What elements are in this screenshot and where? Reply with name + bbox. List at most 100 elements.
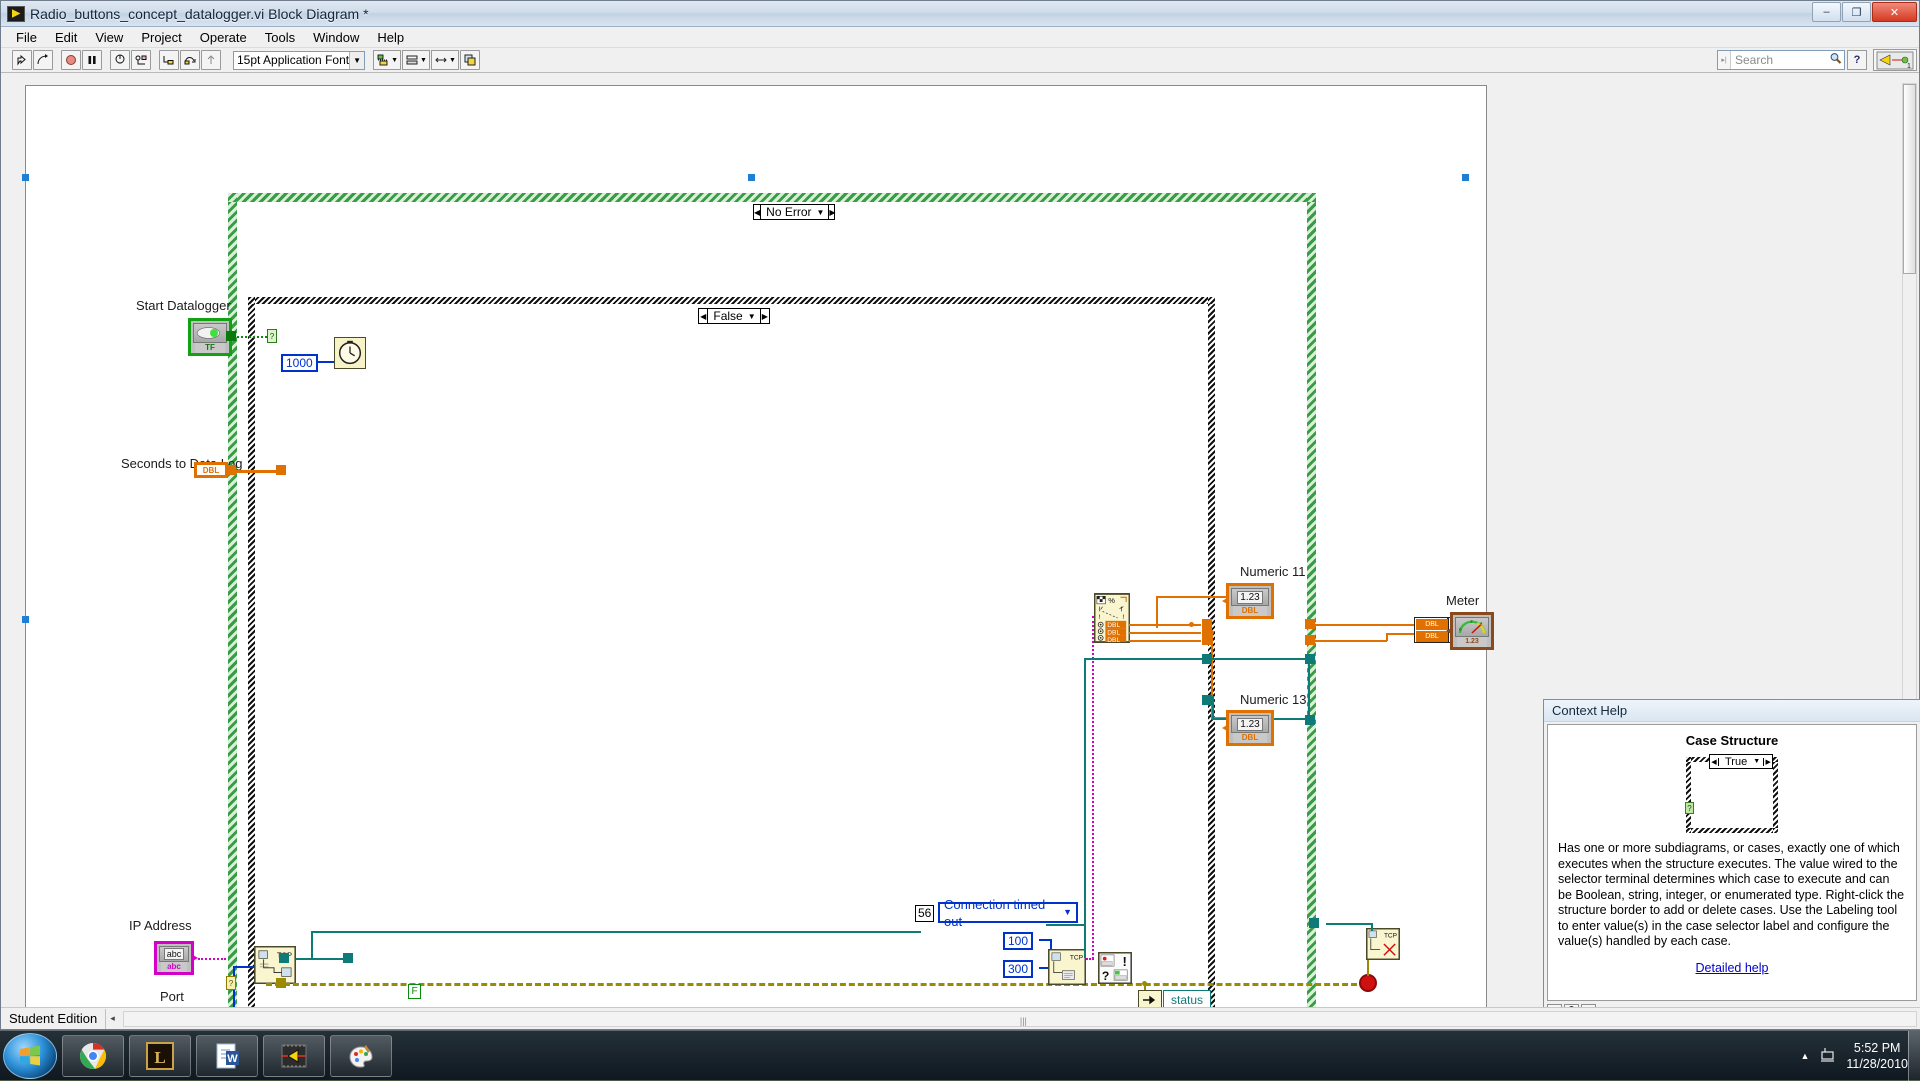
run-button[interactable] [12, 50, 32, 70]
case-tunnel-error[interactable] [276, 978, 286, 988]
show-hidden-icons-button[interactable]: ▲ [1800, 1051, 1809, 1061]
magnifier-icon[interactable] [1826, 52, 1844, 68]
loop-tunnel-close[interactable] [1309, 918, 1319, 928]
error-code-constant[interactable]: 56 [915, 905, 934, 922]
clock[interactable]: 5:52 PM 11/28/2010 [1846, 1040, 1908, 1072]
seconds-to-data-log-terminal[interactable]: DBL [194, 462, 228, 478]
chevron-down-icon[interactable]: ▼ [420, 57, 427, 64]
menu-item-tools[interactable]: Tools [256, 28, 304, 47]
menu-item-operate[interactable]: Operate [191, 28, 256, 47]
case-next-arrow[interactable]: ▶ [760, 309, 769, 323]
tcp-bytes-constant[interactable]: 300 [1003, 960, 1033, 978]
step-over-button[interactable] [180, 50, 200, 70]
wire-refnum-right[interactable] [1212, 658, 1308, 660]
numeric-11-terminal[interactable]: 1.23 DBL [1226, 583, 1274, 619]
show-desktop-button[interactable] [1908, 1031, 1920, 1081]
block-diagram-canvas[interactable]: ◀ No Error ▼ ▶ ◀ False ▼ ▶ Start Datalog… [25, 85, 1487, 1029]
chevron-down-icon[interactable]: ▼ [817, 208, 829, 217]
chevron-down-icon[interactable]: ▼ [349, 52, 364, 69]
loop-tunnel-refnum[interactable] [279, 953, 289, 963]
case-tunnel-refnum[interactable] [343, 953, 353, 963]
wire-error-cluster[interactable] [266, 983, 1366, 986]
wait-until-next-ms-node[interactable] [334, 337, 366, 369]
close-button[interactable]: ✕ [1872, 2, 1917, 22]
maximize-button[interactable]: ❐ [1842, 2, 1871, 22]
wire-numeric11-in[interactable] [1156, 596, 1226, 598]
minimize-button[interactable]: – [1812, 2, 1841, 22]
wire-tcp-refnum-b[interactable] [311, 931, 313, 959]
menu-item-edit[interactable]: Edit [46, 28, 86, 47]
wire-scan-out-2[interactable] [1129, 632, 1201, 634]
tcp-close-connection-node[interactable]: TCP [1366, 928, 1400, 960]
chevron-down-icon[interactable]: ▼ [449, 57, 456, 64]
step-into-button[interactable] [159, 50, 179, 70]
error-tunnel-marker[interactable]: ? [226, 976, 236, 990]
wire-stop[interactable] [1367, 960, 1369, 976]
run-continuously-button[interactable] [33, 50, 53, 70]
wire-tcp-refnum-a[interactable] [296, 958, 348, 960]
menu-item-project[interactable]: Project [132, 28, 190, 47]
wire-refnum-right-v[interactable] [1308, 658, 1310, 720]
inner-case-selector[interactable]: ◀ False ▼ ▶ [698, 308, 770, 324]
wire-read-string-h[interactable] [1086, 958, 1094, 960]
numeric-13-terminal[interactable]: 1.23 DBL [1226, 710, 1274, 746]
wire-seconds-dbl[interactable] [234, 470, 280, 473]
chevron-down-icon[interactable]: ▼ [1063, 904, 1072, 921]
stop-terminal[interactable] [1359, 974, 1377, 992]
case-prev-arrow[interactable]: ◀ [699, 309, 708, 323]
highlight-execution-button[interactable] [110, 50, 130, 70]
bundle-type-labels[interactable]: DBL DBL [1414, 617, 1448, 643]
loop-tunnel-dbl-2[interactable] [1305, 635, 1315, 645]
loop-tunnel-refnum2[interactable] [1305, 715, 1315, 725]
status-scroll-track[interactable]: ||| [123, 1011, 1917, 1027]
network-icon[interactable] [1819, 1046, 1836, 1066]
loop-tunnel-boolean[interactable] [226, 331, 236, 341]
chevron-down-icon[interactable]: ▼ [391, 57, 398, 64]
case-tunnel-refnum-out2[interactable] [1202, 695, 1212, 705]
status-collapse-arrow[interactable]: ◂ [106, 1013, 119, 1024]
wire-scan-out-3[interactable] [1129, 640, 1201, 642]
case-tunnel-dbl[interactable] [276, 465, 286, 475]
selection-handle[interactable] [1462, 174, 1469, 181]
wire-read-string-v[interactable] [1092, 616, 1094, 959]
taskbar-item-paint[interactable] [330, 1035, 392, 1077]
font-selector[interactable]: 15pt Application Font ▼ [233, 51, 365, 70]
wire-bundle-in-2c[interactable] [1386, 633, 1416, 635]
wire-refnum-down[interactable] [1084, 658, 1086, 958]
wire-refnum-bottom-v[interactable] [1212, 696, 1214, 720]
case-tunnel-dbl-3[interactable] [1202, 635, 1212, 645]
wire-ip-string[interactable] [198, 958, 226, 960]
start-button[interactable] [3, 1033, 57, 1079]
selection-handle[interactable] [22, 174, 29, 181]
align-objects-dropdown[interactable]: ▼ [373, 50, 401, 70]
detailed-help-link[interactable]: Detailed help [1558, 961, 1906, 975]
wire-refnum-mid[interactable] [1086, 658, 1206, 660]
case-prev-arrow[interactable]: ◀ [754, 205, 761, 219]
pause-button[interactable] [82, 50, 102, 70]
wait-ms-constant[interactable]: 1000 [281, 354, 318, 372]
search-input[interactable]: ▸| Search [1717, 50, 1845, 70]
tcp-open-connection-node[interactable]: TCP [254, 946, 296, 984]
menu-item-file[interactable]: File [7, 28, 46, 47]
menu-item-view[interactable]: View [86, 28, 132, 47]
outer-case-selector[interactable]: ◀ No Error ▼ ▶ [753, 204, 835, 220]
taskbar-item-league[interactable]: L [129, 1035, 191, 1077]
case-selector-terminal[interactable]: ? [267, 329, 277, 343]
wire-bundle-in-2a[interactable] [1315, 640, 1387, 642]
taskbar-item-labview[interactable] [263, 1035, 325, 1077]
menu-item-window[interactable]: Window [304, 28, 368, 47]
ip-address-terminal[interactable]: abc abc [154, 941, 194, 975]
taskbar-item-chrome[interactable] [62, 1035, 124, 1077]
context-help-button[interactable]: ? [1847, 50, 1867, 70]
meter-terminal[interactable]: 0 2 4 1.23 [1450, 612, 1494, 650]
resize-objects-dropdown[interactable]: ▼ [431, 50, 459, 70]
loop-tunnel-dbl[interactable] [226, 465, 236, 475]
wire-bundle-in-1[interactable] [1315, 624, 1415, 626]
wire-close-refnum-h[interactable] [1326, 923, 1372, 925]
abort-execution-button[interactable] [61, 50, 81, 70]
taskbar-item-word[interactable]: W [196, 1035, 258, 1077]
selection-handle[interactable] [748, 174, 755, 181]
step-out-button[interactable] [201, 50, 221, 70]
wire-tcp-refnum-c[interactable] [311, 931, 921, 933]
error-enum-constant[interactable]: Connection timed out ▼ [938, 902, 1078, 923]
